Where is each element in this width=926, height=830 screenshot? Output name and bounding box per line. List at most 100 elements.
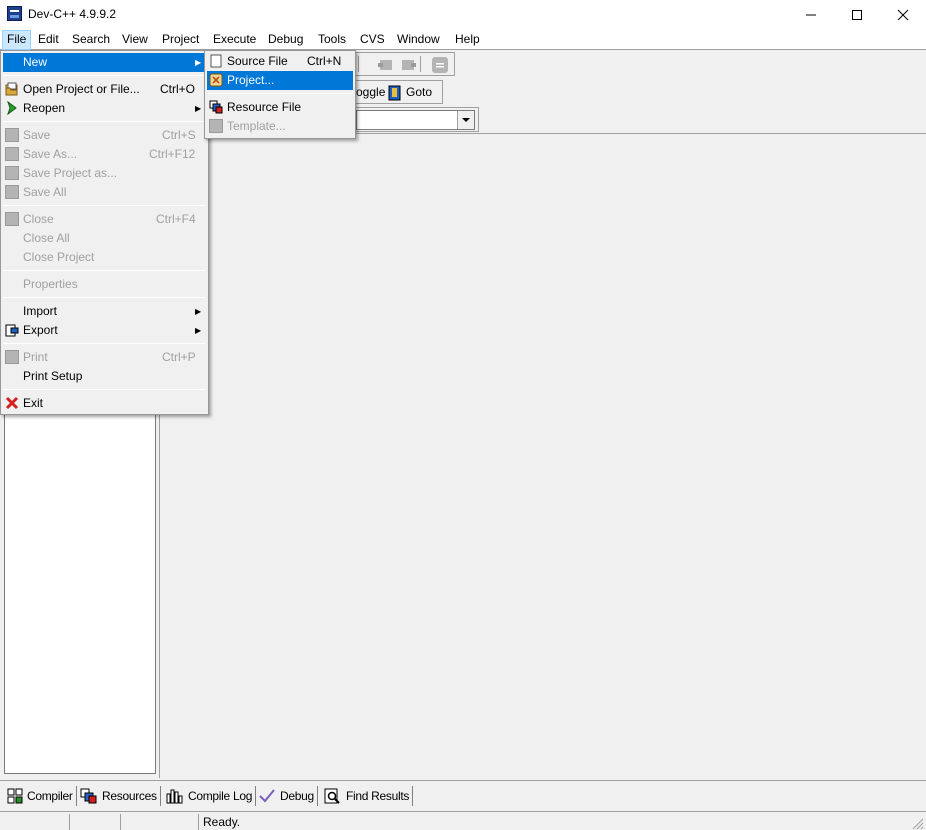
menu-window[interactable]: Window [393,30,444,50]
submenu-arrow-icon: ▶ [195,58,202,67]
menu-separator [3,297,205,298]
menu-item-properties[interactable]: Properties [3,275,205,294]
menu-item-import[interactable]: Import ▶ [3,302,205,321]
menu-separator [207,93,353,94]
menu-item-label: Print [23,350,48,364]
menu-item-label: Properties [23,277,78,291]
menu-bar: File Edit Search View Project Execute De… [0,30,926,50]
save-as-icon [5,147,19,161]
menu-item-print[interactable]: Print Ctrl+P [3,348,205,367]
tab-label: Debug [280,789,314,803]
menu-tools[interactable]: Tools [314,30,350,50]
resources-icon [80,788,97,804]
shortcut-label: Ctrl+S [162,128,196,142]
shortcut-label: Ctrl+F12 [149,147,196,161]
menu-item-reopen[interactable]: Reopen ▶ [3,99,205,118]
goto-button[interactable]: Goto [406,82,432,104]
menu-item-label: Export [23,323,58,337]
menu-item-label: Close All [23,231,70,245]
menu-item-label: Save Project as... [23,166,118,180]
menu-item-label: Print Setup [23,369,83,383]
unindent-icon[interactable] [378,57,394,73]
bar-chart-icon [166,789,183,804]
find-results-icon [324,788,340,804]
close-button[interactable] [880,0,926,30]
menu-item-label: Source File [227,54,288,68]
menu-item-print-setup[interactable]: Print Setup [3,367,205,386]
menu-item-label: Save As... [23,147,78,161]
toggle-button[interactable]: oggle [356,82,385,104]
menu-search[interactable]: Search [68,30,114,50]
menu-cvs[interactable]: CVS [356,30,389,50]
resize-grip-icon[interactable] [910,816,924,830]
tab-compiler[interactable]: Compiler [5,786,77,806]
menu-item-label: Close [23,212,54,226]
menu-item-label: Resource File [227,100,302,114]
chevron-down-icon [462,118,470,122]
green-arrow-icon [7,101,17,115]
menu-item-save[interactable]: Save Ctrl+S [3,126,205,145]
menu-debug[interactable]: Debug [264,30,307,50]
tab-resources[interactable]: Resources [78,786,161,806]
menu-item-close-all[interactable]: Close All [3,229,205,248]
menu-file[interactable]: File [2,30,32,50]
export-icon [5,324,19,337]
menu-item-new[interactable]: New ▶ [3,53,205,72]
combo-dropdown-button[interactable] [457,111,474,129]
stop-icon[interactable] [431,56,449,74]
menu-item-label: New [23,55,48,69]
menu-item-save-project-as[interactable]: Save Project as... [3,164,205,183]
menu-item-exit[interactable]: Exit [3,394,205,413]
compiler-grid-icon [7,788,23,804]
menu-edit[interactable]: Edit [34,30,63,50]
menu-item-template[interactable]: Template... [207,117,353,136]
menu-item-export[interactable]: Export ▶ [3,321,205,340]
red-x-icon [5,396,19,410]
menu-item-label: Template... [227,119,286,133]
function-combo[interactable] [356,110,475,130]
menu-item-save-as[interactable]: Save As... Ctrl+F12 [3,145,205,164]
source-file-icon [210,54,222,68]
menu-item-label: Open Project or File... [23,82,140,96]
check-icon [259,789,275,803]
menu-separator [3,389,205,390]
minimize-icon [806,14,816,16]
close-file-icon [5,212,19,226]
menu-help[interactable]: Help [451,30,484,50]
menu-item-open-project-or-file[interactable]: Open Project or File... Ctrl+O [3,80,205,99]
tab-debug[interactable]: Debug [256,786,318,806]
minimize-button[interactable] [788,0,834,30]
menu-separator [3,121,205,122]
title-bar: Dev-C++ 4.9.9.2 [0,0,926,30]
menu-project[interactable]: Project [158,30,203,50]
menu-item-resource-file[interactable]: Resource File [207,98,353,117]
menu-item-close[interactable]: Close Ctrl+F4 [3,210,205,229]
menu-item-source-file[interactable]: Source File Ctrl+N [207,52,353,71]
menu-item-label: Close Project [23,250,95,264]
shortcut-label: Ctrl+O [160,82,196,96]
tab-compile-log[interactable]: Compile Log [164,786,257,806]
indent-icon[interactable] [400,57,416,73]
maximize-button[interactable] [834,0,880,30]
tab-find-results[interactable]: Find Results [322,786,414,806]
save-project-icon [5,166,19,180]
menu-item-label: Save [23,128,51,142]
shortcut-label: Ctrl+P [162,350,196,364]
menu-separator [3,270,205,271]
window-title: Dev-C++ 4.9.9.2 [28,7,117,21]
menu-item-close-project[interactable]: Close Project [3,248,205,267]
debug-toolbar [355,52,455,76]
file-menu: New ▶ Open Project or File... Ctrl+O Reo… [0,50,209,415]
menu-view[interactable]: View [118,30,152,50]
menu-item-project[interactable]: Project... [207,71,353,90]
menu-execute[interactable]: Execute [209,30,260,50]
status-text: Ready. [198,814,898,830]
goto-bookmark-icon [388,85,401,101]
menu-item-save-all[interactable]: Save All [3,183,205,202]
submenu-arrow-icon: ▶ [195,326,202,335]
status-cell-mode [120,814,198,830]
tab-label: Compile Log [188,789,253,803]
tab-label: Compiler [27,789,73,803]
menu-separator [3,205,205,206]
toolbar-separator [420,56,424,72]
